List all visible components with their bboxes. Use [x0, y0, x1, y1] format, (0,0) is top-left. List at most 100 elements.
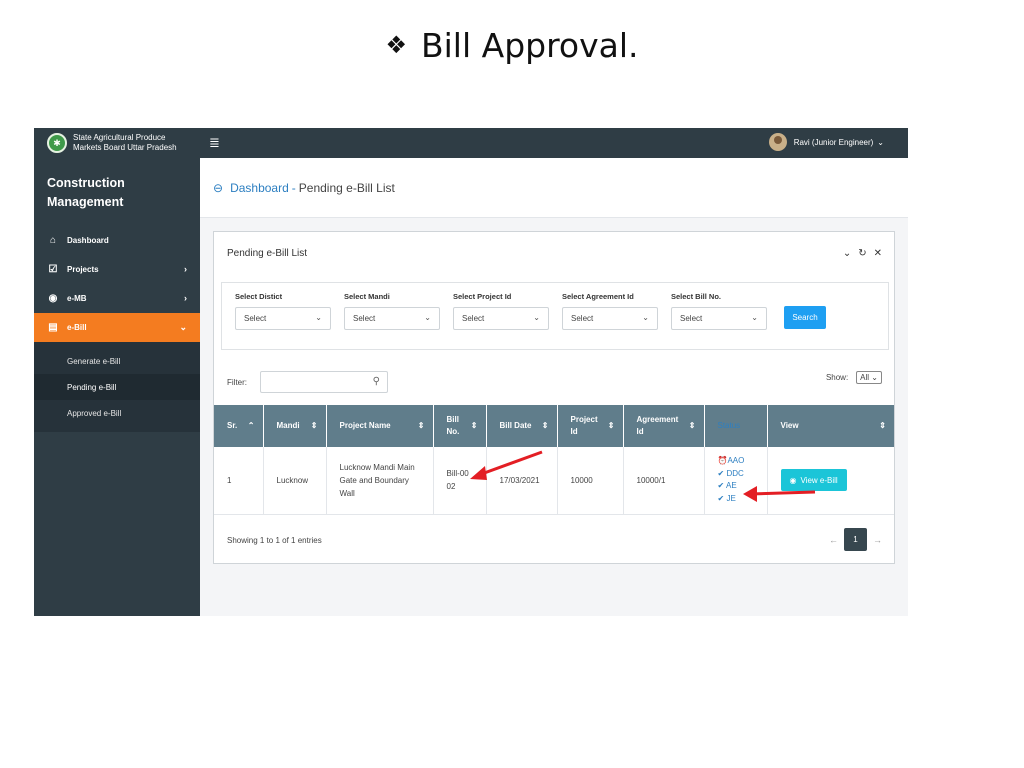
- filter-label: Filter:: [227, 377, 247, 387]
- sidebar-item-projects[interactable]: ☑ Projects ›: [34, 255, 200, 284]
- project-id-filter-label: Select Project Id: [453, 292, 512, 301]
- refresh-icon[interactable]: ↻: [858, 248, 866, 259]
- status-label: DDC: [726, 468, 744, 478]
- col-bill-date[interactable]: Bill Date ⇕: [486, 405, 558, 447]
- col-agreement-id[interactable]: Agreement Id ⇕: [623, 405, 705, 447]
- district-select[interactable]: Select ⌄: [235, 307, 331, 330]
- table-filter: Filter: ⚲: [227, 371, 388, 393]
- collapse-icon[interactable]: ⌄: [843, 248, 851, 259]
- sidebar-item-label: e-MB: [67, 294, 87, 303]
- district-filter: Select Distict Select ⌄: [235, 292, 331, 330]
- top-bar: ✱ State Agricultural Produce Markets Boa…: [34, 128, 908, 158]
- back-arrow-icon[interactable]: ⊖: [213, 181, 223, 195]
- col-mandi[interactable]: Mandi ⇕: [263, 405, 327, 447]
- next-page-icon[interactable]: →: [873, 535, 882, 545]
- select-value: Select: [462, 314, 485, 323]
- close-icon[interactable]: ✕: [874, 248, 882, 259]
- col-label: View: [780, 421, 799, 430]
- clipboard-icon: ▤: [48, 322, 58, 333]
- sidebar-item-ebill[interactable]: ▤ e-Bill ⌄: [34, 313, 200, 342]
- eye-icon: ◉: [789, 475, 797, 485]
- status-pending-aao: ⏰AAO: [718, 455, 754, 468]
- cell-bill-date: 17/03/2021: [486, 447, 558, 515]
- sidebar-item-dashboard[interactable]: ⌂ Dashboard: [34, 226, 200, 255]
- cell-sr: 1: [214, 447, 264, 515]
- entries-summary: Showing 1 to 1 of 1 entries: [227, 536, 322, 545]
- col-project-id[interactable]: Project Id ⇕: [557, 405, 624, 447]
- col-label: Status: [717, 421, 741, 430]
- sidebar: Construction Management ⌂ Dashboard ☑ Pr…: [34, 158, 200, 616]
- user-label: Ravi (Junior Engineer): [793, 137, 874, 147]
- sort-icon: ⇕: [470, 421, 478, 430]
- sidebar-item-emb[interactable]: ◉ e-MB ›: [34, 284, 200, 313]
- col-project-name[interactable]: Project Name ⇕: [326, 405, 434, 447]
- chevron-right-icon: ›: [184, 293, 187, 303]
- cell-agreement-id: 10000/1: [623, 447, 705, 515]
- col-sr[interactable]: Sr. ⌃: [214, 405, 264, 447]
- select-value: Select: [353, 314, 376, 323]
- cell-view: ◉ View e-Bill: [767, 447, 894, 515]
- bill-no-select[interactable]: Select ⌄: [671, 307, 767, 330]
- filter-panel: Select Distict Select ⌄ Select Mandi Sele…: [221, 282, 889, 350]
- check-icon: ✔: [717, 468, 725, 478]
- avatar: [768, 133, 787, 151]
- menu-toggle-icon[interactable]: ≣: [209, 136, 220, 149]
- project-id-filter: Select Project Id Select ⌄: [453, 292, 549, 330]
- sort-icon: ⇕: [688, 421, 696, 430]
- submenu-pending-ebill[interactable]: Pending e-Bill: [34, 374, 200, 400]
- approval-status-list: ⏰AAO ✔ DDC ✔ AE ✔ JE: [718, 455, 754, 505]
- breadcrumb: ⊖ Dashboard - Pending e-Bill List: [200, 158, 908, 218]
- select-value: Select: [680, 314, 703, 323]
- status-approved-ae: ✔ AE: [718, 480, 754, 493]
- agreement-id-filter: Select Agreement Id Select ⌄: [562, 292, 658, 330]
- sort-icon: ⇕: [417, 421, 425, 430]
- logo-icon: ✱: [47, 133, 67, 153]
- mandi-select[interactable]: Select ⌄: [344, 307, 440, 330]
- chevron-down-icon: ⌄: [424, 313, 431, 322]
- mandi-filter-label: Select Mandi: [344, 292, 390, 301]
- select-value: Select: [571, 314, 594, 323]
- pending-bills-table: Sr. ⌃ Mandi ⇕ Project Name ⇕ Bill No. ⇕ Bill…: [214, 405, 894, 515]
- status-label: JE: [726, 493, 736, 503]
- page-1-button[interactable]: 1: [844, 528, 867, 551]
- org-name: State Agricultural Produce Markets Board…: [73, 133, 177, 153]
- col-label: Bill No.: [446, 415, 460, 436]
- submenu-approved-ebill[interactable]: Approved e-Bill: [34, 400, 200, 426]
- district-filter-label: Select Distict: [235, 292, 283, 301]
- bullet-icon: ❖: [385, 31, 407, 59]
- filter-input[interactable]: ⚲: [260, 371, 388, 393]
- col-view[interactable]: View ⇕: [767, 405, 894, 447]
- col-status[interactable]: Status: [704, 405, 768, 447]
- prev-page-icon[interactable]: ←: [829, 535, 838, 545]
- bill-no-filter: Select Bill No. Select ⌄: [671, 292, 767, 330]
- search-button[interactable]: Search: [784, 306, 826, 329]
- view-ebill-button[interactable]: ◉ View e-Bill: [780, 469, 847, 492]
- brand[interactable]: ✱ State Agricultural Produce Markets Boa…: [34, 128, 200, 158]
- project-id-select[interactable]: Select ⌄: [453, 307, 549, 330]
- cell-mandi: Lucknow: [263, 447, 327, 515]
- sidebar-title-line2: Management: [47, 195, 124, 209]
- submenu-generate-ebill[interactable]: Generate e-Bill: [34, 348, 200, 374]
- col-label: Mandi: [276, 421, 300, 430]
- col-label: Sr.: [227, 421, 238, 430]
- breadcrumb-dashboard-link[interactable]: Dashboard: [230, 181, 289, 195]
- sidebar-item-label: e-Bill: [67, 323, 87, 332]
- user-menu[interactable]: Ravi (Junior Engineer) ⌄: [768, 133, 884, 151]
- slide-title: ❖ Bill Approval.: [0, 26, 1024, 65]
- table-header-row: Sr. ⌃ Mandi ⇕ Project Name ⇕ Bill No. ⇕ Bill…: [214, 405, 894, 447]
- agreement-id-select[interactable]: Select ⌄: [562, 307, 658, 330]
- cell-project-id: 10000: [557, 447, 624, 515]
- col-bill-no[interactable]: Bill No. ⇕: [433, 405, 487, 447]
- breadcrumb-separator: -: [291, 180, 296, 195]
- show-select[interactable]: All ⌄: [856, 371, 882, 384]
- chevron-down-icon: ⌄: [179, 322, 187, 332]
- check-icon: ✔: [717, 493, 725, 503]
- card-tools: ⌄ ↻ ✕: [843, 248, 882, 259]
- mandi-filter: Select Mandi Select ⌄: [344, 292, 440, 330]
- sort-icon: ⇕: [310, 421, 318, 430]
- cell-status: ⏰AAO ✔ DDC ✔ AE ✔ JE: [704, 447, 768, 515]
- sort-icon: ⇕: [879, 421, 886, 430]
- agreement-id-filter-label: Select Agreement Id: [562, 292, 634, 301]
- org-name-line1: State Agricultural Produce: [73, 133, 166, 142]
- bill-no-text: Bill-0002: [446, 469, 469, 492]
